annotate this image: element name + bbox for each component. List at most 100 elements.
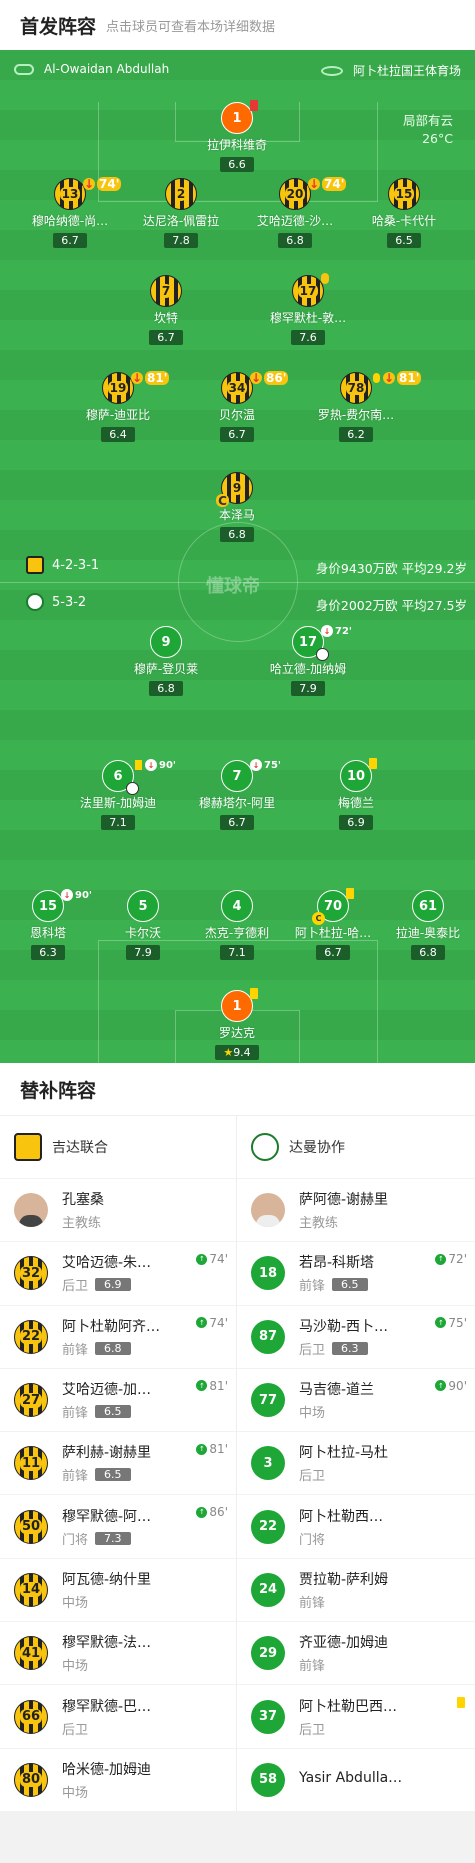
away-subs-column: 达曼协作 萨阿德-谢赫里 主教练 18 若昂-科斯塔 前锋 6.5 ↑ 72' 87 马沙勒-西… bbox=[237, 1116, 475, 1812]
pitch: Al-Owaidan Abdullah 阿卜杜拉国王体育场 局部有云 26°C … bbox=[0, 50, 475, 1063]
player-number-badge: 3 bbox=[251, 1446, 285, 1481]
sub-player-row[interactable]: 29 齐亚德-加姆迪 前锋 bbox=[237, 1622, 475, 1686]
player-number-badge: 19 ↓ 81' bbox=[102, 371, 170, 404]
sub-out-icon: ↓ 74' bbox=[83, 177, 122, 191]
player-away-rwb[interactable]: 61 拉迪-奥泰比 6.8 bbox=[373, 890, 475, 960]
sub-player-row[interactable]: 11 萨利赫-谢赫里 前锋 6.5 ↑ 81' bbox=[0, 1432, 236, 1496]
away-team-row[interactable]: 达曼协作 bbox=[237, 1116, 475, 1179]
player-number-badge: 15 ↓ 90' bbox=[32, 889, 92, 922]
sub-player-position: 门将 bbox=[62, 1532, 89, 1548]
player-rating: 6.3 bbox=[31, 945, 65, 960]
home-team-name: 吉达联合 bbox=[52, 1140, 108, 1156]
referee-name: Al-Owaidan Abdullah bbox=[44, 62, 170, 76]
player-number-badge: 66 bbox=[14, 1699, 48, 1734]
sub-player-name: 阿卜杜勒阿齐… bbox=[62, 1318, 160, 1335]
sub-player-row[interactable]: 77 马吉德-道兰 中场 ↑ 90' bbox=[237, 1369, 475, 1433]
player-rating: 7.6 bbox=[291, 330, 325, 345]
player-name: 罗达克 bbox=[218, 1026, 255, 1040]
sub-player-name: 萨利赫-谢赫里 bbox=[62, 1445, 152, 1462]
player-away-cm1[interactable]: 6 ↓ 90' 法里斯-加姆迪 7.1 bbox=[63, 759, 176, 830]
sub-player-position: 前锋 bbox=[62, 1342, 89, 1358]
player-home-dm2[interactable]: 17 穆罕默杜-敦… 7.6 bbox=[253, 273, 363, 345]
page-subtitle: 点击球员可查看本场详细数据 bbox=[106, 19, 276, 35]
home-formation: 4-2-3-1 bbox=[26, 556, 99, 574]
sub-player-name: 马吉德-道兰 bbox=[299, 1382, 375, 1399]
sub-player-row[interactable]: 58 Yasir Abdulla… bbox=[237, 1749, 475, 1812]
sub-player-row[interactable]: 3 阿卜杜拉-马杜 后卫 bbox=[237, 1432, 475, 1496]
sub-player-position: 中场 bbox=[62, 1785, 89, 1801]
sub-player-row[interactable]: 18 若昂-科斯塔 前锋 6.5 ↑ 72' bbox=[237, 1242, 475, 1306]
sub-player-row[interactable]: 66 穆罕默德-巴… 后卫 bbox=[0, 1685, 236, 1749]
player-away-gk[interactable]: 1 罗达克 ★9.4 bbox=[182, 988, 292, 1060]
sub-player-row[interactable]: 14 阿瓦德-纳什里 中场 bbox=[0, 1559, 236, 1623]
sub-player-row[interactable]: 87 马沙勒-西卜… 后卫 6.3 ↑ 75' bbox=[237, 1306, 475, 1369]
sub-in-icon: ↑ bbox=[435, 1317, 447, 1329]
player-away-cm3[interactable]: 10 梅德兰 6.9 bbox=[301, 758, 411, 830]
player-rating: 6.7 bbox=[316, 945, 350, 960]
player-away-st1[interactable]: 9 穆萨-登贝莱 6.8 bbox=[111, 626, 221, 696]
sub-player-row[interactable]: 80 哈米德-加姆迪 中场 bbox=[0, 1749, 236, 1812]
player-home-cb2[interactable]: 20 ↓ 74' 艾哈迈德-沙… 6.8 bbox=[240, 177, 350, 248]
player-rating: 6.2 bbox=[339, 427, 373, 442]
player-number-badge: 14 bbox=[14, 1572, 48, 1607]
player-home-rm[interactable]: 78 ↓ 81' 罗热-费尔南… 6.2 bbox=[301, 371, 422, 442]
player-rating: 7.1 bbox=[101, 815, 135, 830]
away-coach-row[interactable]: 萨阿德-谢赫里 主教练 bbox=[237, 1179, 475, 1243]
sub-player-name: 阿卜杜拉-马杜 bbox=[299, 1445, 389, 1462]
sub-player-row[interactable]: 37 阿卜杜勒巴西… 后卫 bbox=[237, 1685, 475, 1749]
player-number-badge: 11 bbox=[14, 1446, 48, 1481]
player-home-st[interactable]: 9C 本泽马 6.8 bbox=[182, 472, 292, 542]
sub-player-rating: 6.8 bbox=[95, 1341, 131, 1355]
yellow-card-icon bbox=[457, 1697, 465, 1709]
sub-in-icon: ↑ bbox=[435, 1253, 447, 1265]
player-name: 法里斯-加姆迪 bbox=[79, 796, 157, 810]
sub-player-row[interactable]: 50 穆罕默德-阿… 门将 7.3 ↑ 86' bbox=[0, 1495, 236, 1559]
away-team-logo-icon bbox=[251, 1133, 279, 1161]
sub-player-position: 后卫 bbox=[62, 1279, 89, 1295]
player-home-dm1[interactable]: 7 坎特 6.7 bbox=[111, 275, 221, 345]
sub-player-row[interactable]: 22 阿卜杜勒阿齐… 前锋 6.8 ↑ 74' bbox=[0, 1306, 236, 1369]
sub-in-icon: ↑ bbox=[196, 1506, 208, 1518]
player-away-cb2[interactable]: 4 杰克-亨德利 7.1 bbox=[182, 890, 292, 960]
player-away-st2[interactable]: 17 ↓ 72' 哈立德-加纳姆 7.9 bbox=[253, 625, 363, 696]
sub-player-row[interactable]: 41 穆罕默德-法… 中场 bbox=[0, 1622, 236, 1686]
sub-player-row[interactable]: 22 阿卜杜勒西… 门将 bbox=[237, 1495, 475, 1559]
player-home-rb[interactable]: 15 哈桑-卡代什 6.5 bbox=[349, 178, 459, 248]
player-number-badge: 87 bbox=[251, 1319, 285, 1354]
player-away-cm2[interactable]: 7 ↓ 75' 穆赫塔尔-阿里 6.7 bbox=[182, 759, 292, 830]
substitutes-section: 替补阵容 吉达联合 孔塞桑 主教练 32 艾哈迈德-朱… 后卫 6.9 ↑ 74' 22 阿卜杜… bbox=[0, 1063, 475, 1812]
player-home-am[interactable]: 34 ↓ 86' 贝尔温 6.7 bbox=[182, 371, 292, 442]
home-coach-row[interactable]: 孔塞桑 主教练 bbox=[0, 1179, 236, 1243]
away-team-logo-icon bbox=[26, 593, 44, 611]
sub-player-position: 后卫 bbox=[62, 1722, 89, 1738]
player-rating: 6.8 bbox=[411, 945, 445, 960]
coach-avatar bbox=[251, 1193, 285, 1228]
player-name: 梅德兰 bbox=[337, 796, 374, 810]
sub-player-rating: 6.5 bbox=[332, 1278, 368, 1292]
player-number-badge: 1 bbox=[221, 100, 258, 134]
home-formation-text: 4-2-3-1 bbox=[52, 557, 100, 573]
player-home-gk[interactable]: 1 拉伊科维奇 6.6 bbox=[182, 100, 292, 172]
player-home-cb1[interactable]: 2 达尼洛-佩雷拉 7.8 bbox=[126, 178, 236, 248]
player-rating: 7.1 bbox=[220, 945, 254, 960]
sub-player-position: 前锋 bbox=[299, 1595, 326, 1611]
player-number-badge: 22 bbox=[251, 1509, 285, 1544]
player-away-cb3[interactable]: 70 C 阿卜杜拉-哈… 6.7 bbox=[278, 888, 388, 960]
sub-player-row[interactable]: 32 艾哈迈德-朱… 后卫 6.9 ↑ 74' bbox=[0, 1242, 236, 1306]
sub-player-name: 哈米德-加姆迪 bbox=[62, 1761, 152, 1778]
sub-player-position: 前锋 bbox=[62, 1406, 89, 1422]
player-number-badge: 15 bbox=[388, 178, 420, 210]
sub-player-row[interactable]: 24 贾拉勒-萨利姆 前锋 bbox=[237, 1559, 475, 1623]
home-team-logo-icon bbox=[14, 1133, 42, 1161]
sub-in-indicator: ↑ 75' bbox=[435, 1316, 467, 1330]
home-team-row[interactable]: 吉达联合 bbox=[0, 1116, 236, 1179]
player-number-badge: 27 bbox=[14, 1383, 48, 1418]
sub-player-rating: 6.5 bbox=[95, 1405, 131, 1419]
player-number-badge: 34 ↓ 86' bbox=[221, 371, 289, 404]
sub-out-icon: ↓ 81' bbox=[131, 371, 170, 385]
player-name: 穆哈纳德-尚… bbox=[31, 214, 109, 228]
player-home-lm[interactable]: 19 ↓ 81' 穆萨-迪亚比 6.4 bbox=[63, 371, 173, 442]
sub-player-row[interactable]: 27 艾哈迈德-加… 前锋 6.5 ↑ 81' bbox=[0, 1369, 236, 1433]
player-home-lb[interactable]: 13 ↓ 74' 穆哈纳德-尚… 6.7 bbox=[15, 177, 125, 248]
player-name: 穆赫塔尔-阿里 bbox=[198, 796, 276, 810]
